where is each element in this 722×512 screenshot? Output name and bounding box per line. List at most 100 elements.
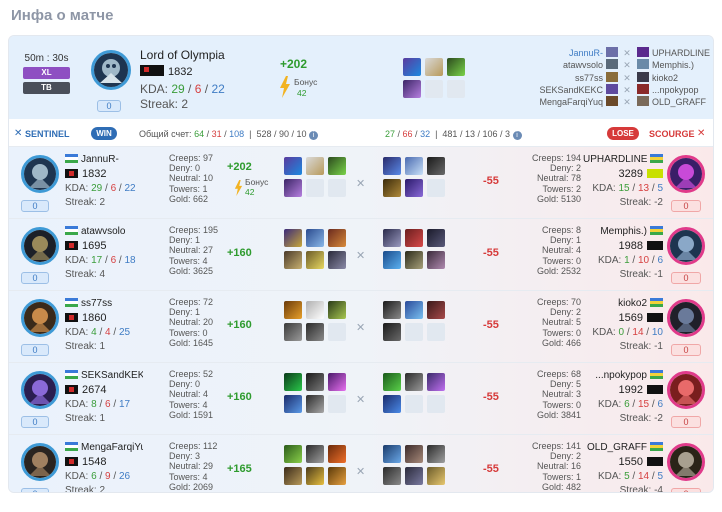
player-counter: 0: [21, 488, 49, 492]
item-icon[interactable]: [405, 467, 423, 485]
hero-avatar[interactable]: [21, 155, 59, 193]
item-icon[interactable]: [383, 445, 401, 463]
item-icon[interactable]: [328, 229, 346, 247]
item-icon[interactable]: [284, 373, 302, 391]
item-icon[interactable]: [427, 301, 445, 319]
item-icon[interactable]: [284, 157, 302, 175]
opponent-name[interactable]: OLD_GRAFF: [583, 442, 663, 453]
item-icon[interactable]: [383, 251, 401, 269]
item-icon[interactable]: [328, 251, 346, 269]
item-icon[interactable]: [383, 373, 401, 391]
list-player-3[interactable]: ss77ss: [499, 72, 603, 84]
item-icon[interactable]: [284, 445, 302, 463]
item-icon[interactable]: [383, 301, 401, 319]
item-icon[interactable]: [405, 373, 423, 391]
list-opponent-5[interactable]: OLD_GRAFF: [652, 96, 712, 108]
item-icon[interactable]: [328, 467, 346, 485]
list-opponent-2[interactable]: Memphis.): [652, 59, 712, 71]
opponent-name[interactable]: Memphis.): [583, 226, 663, 237]
empty-item-slot: [328, 395, 346, 413]
player-name[interactable]: JannuR-: [65, 154, 143, 165]
flag-icon: [65, 226, 78, 235]
item-icon[interactable]: [284, 251, 302, 269]
item-icon[interactable]: [383, 323, 401, 341]
item-icon[interactable]: [284, 395, 302, 413]
list-player-5[interactable]: MengaFarqiYuq: [499, 96, 603, 108]
item-icon[interactable]: [306, 445, 324, 463]
info-icon[interactable]: i: [512, 131, 522, 140]
item-icon[interactable]: [405, 301, 423, 319]
opponent-hero-avatar[interactable]: [667, 299, 705, 337]
item-icon[interactable]: [405, 229, 423, 247]
item-icon[interactable]: [306, 157, 324, 175]
item-icon[interactable]: [328, 373, 346, 391]
player-rating: 1832: [168, 66, 193, 78]
opponent-stats: Creeps: 8 Deny: 1 Neutral: 4 Towers: 0 G…: [536, 225, 581, 276]
player-hero-avatar[interactable]: [91, 50, 131, 90]
item-icon[interactable]: [383, 395, 401, 413]
info-icon[interactable]: i: [309, 131, 319, 140]
item-icon[interactable]: [306, 251, 324, 269]
list-opponent-4[interactable]: ...npokypop: [652, 84, 712, 96]
item-icon[interactable]: [405, 179, 423, 197]
list-player-1[interactable]: JannuR-: [499, 47, 603, 59]
item-icon[interactable]: [405, 157, 423, 175]
opponent-name[interactable]: ...npokypop: [583, 370, 663, 381]
opponent-hero-avatar[interactable]: [667, 155, 705, 193]
item-icon[interactable]: [284, 323, 302, 341]
item-icon[interactable]: [427, 445, 445, 463]
item-slot-2[interactable]: [425, 58, 443, 76]
hero-avatar[interactable]: [21, 227, 59, 265]
player-name[interactable]: MengaFarqiYuq: [65, 442, 143, 453]
item-icon[interactable]: [306, 373, 324, 391]
points-gain: +165: [227, 463, 252, 475]
item-icon[interactable]: [306, 229, 324, 247]
item-icon[interactable]: [383, 229, 401, 247]
opponent-streak: Streak: -1: [619, 341, 663, 352]
list-player-2[interactable]: atawvsolo: [499, 59, 603, 71]
flag-icon: [650, 154, 663, 163]
item-icon[interactable]: [306, 301, 324, 319]
item-slot-1[interactable]: [403, 58, 421, 76]
item-icon[interactable]: [405, 251, 423, 269]
item-icon[interactable]: [306, 467, 324, 485]
item-icon[interactable]: [306, 395, 324, 413]
bonus-label: Бонус: [294, 77, 318, 87]
list-opponent-3[interactable]: kioko2: [652, 72, 712, 84]
item-icon[interactable]: [427, 157, 445, 175]
item-icon[interactable]: [328, 157, 346, 175]
item-icon[interactable]: [427, 373, 445, 391]
item-icon[interactable]: [405, 445, 423, 463]
item-icon[interactable]: [284, 229, 302, 247]
player-name[interactable]: SEKSandKEKC: [65, 370, 143, 381]
item-icon[interactable]: [383, 467, 401, 485]
opponent-hero-avatar[interactable]: [667, 443, 705, 481]
opponent-rating: 1550: [618, 456, 643, 468]
hero-avatar[interactable]: [21, 443, 59, 481]
list-opponent-1[interactable]: UPHARDLINE: [652, 47, 712, 59]
item-icon[interactable]: [427, 467, 445, 485]
item-icon[interactable]: [306, 323, 324, 341]
item-icon[interactable]: [383, 179, 401, 197]
item-icon[interactable]: [284, 467, 302, 485]
player-name[interactable]: atawvsolo: [65, 226, 143, 237]
opponent-hero-avatar[interactable]: [667, 227, 705, 265]
opponent-hero-avatar[interactable]: [667, 371, 705, 409]
item-slot-4[interactable]: [403, 80, 421, 98]
opponent-name[interactable]: UPHARDLINE: [583, 154, 663, 165]
item-icon[interactable]: [328, 445, 346, 463]
item-icon[interactable]: [383, 157, 401, 175]
player-name[interactable]: Lord of Olympia: [140, 48, 225, 62]
item-icon[interactable]: [328, 301, 346, 319]
item-icon[interactable]: [284, 179, 302, 197]
scourge-label: SCOURGE: [649, 129, 695, 139]
player-name[interactable]: ss77ss: [65, 298, 143, 309]
item-icon[interactable]: [284, 301, 302, 319]
item-icon[interactable]: [427, 251, 445, 269]
opponent-name[interactable]: kioko2: [583, 298, 663, 309]
hero-avatar[interactable]: [21, 371, 59, 409]
hero-avatar[interactable]: [21, 299, 59, 337]
item-slot-3[interactable]: [447, 58, 465, 76]
item-icon[interactable]: [427, 229, 445, 247]
list-player-4[interactable]: SEKSandKEKC: [499, 84, 603, 96]
